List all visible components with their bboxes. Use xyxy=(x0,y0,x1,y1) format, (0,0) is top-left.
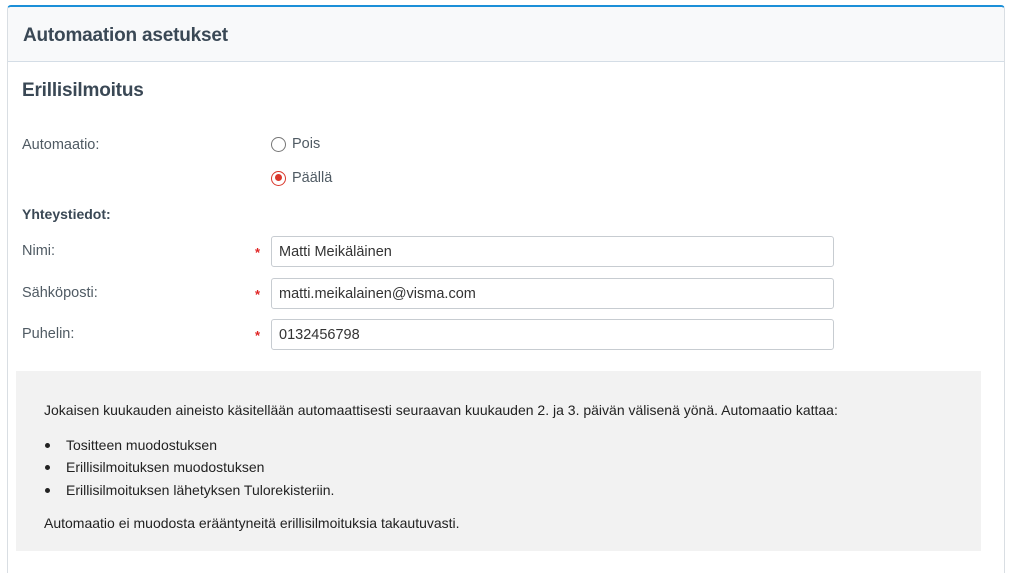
radio-option-on[interactable]: Päällä xyxy=(271,168,332,188)
info-intro: Jokaisen kuukauden aineisto käsitellään … xyxy=(44,402,838,418)
list-item-text: Tositteen muodostuksen xyxy=(66,437,217,453)
required-marker-email: * xyxy=(255,287,261,302)
radio-on-label: Päällä xyxy=(292,170,333,186)
info-footer: Automaatio ei muodosta erääntyneitä eril… xyxy=(44,515,460,531)
required-marker-phone: * xyxy=(255,328,261,343)
list-item: Erillisilmoituksen lähetyksen Tulorekist… xyxy=(44,482,334,498)
info-box: Jokaisen kuukauden aineisto käsitellään … xyxy=(16,371,981,551)
phone-field[interactable] xyxy=(271,319,834,350)
bullet-dot xyxy=(45,442,50,448)
name-field[interactable] xyxy=(271,236,834,267)
bullet-dot xyxy=(45,464,50,470)
email-label: Sähköposti: xyxy=(22,285,98,301)
list-item-text: Erillisilmoituksen lähetyksen Tulorekist… xyxy=(66,482,335,498)
phone-label: Puhelin: xyxy=(22,326,75,342)
list-item: Tositteen muodostuksen xyxy=(44,437,217,453)
list-item: Erillisilmoituksen muodostuksen xyxy=(44,459,264,475)
radio-off-button[interactable] xyxy=(271,136,286,152)
email-field[interactable] xyxy=(271,278,834,309)
panel-header: Automaation asetukset xyxy=(8,7,1004,62)
radio-on-button[interactable] xyxy=(271,170,286,186)
automation-label: Automaatio: xyxy=(22,137,100,153)
name-label: Nimi: xyxy=(22,243,56,259)
radio-off-label: Pois xyxy=(292,136,321,152)
section-title: Erillisilmoitus xyxy=(22,80,144,101)
radio-option-off[interactable]: Pois xyxy=(271,134,320,154)
panel-title: Automaation asetukset xyxy=(23,25,228,46)
bullet-dot xyxy=(45,487,50,493)
list-item-text: Erillisilmoituksen muodostuksen xyxy=(66,459,265,475)
required-marker-name: * xyxy=(255,245,261,260)
contact-heading: Yhteystiedot: xyxy=(22,206,111,222)
